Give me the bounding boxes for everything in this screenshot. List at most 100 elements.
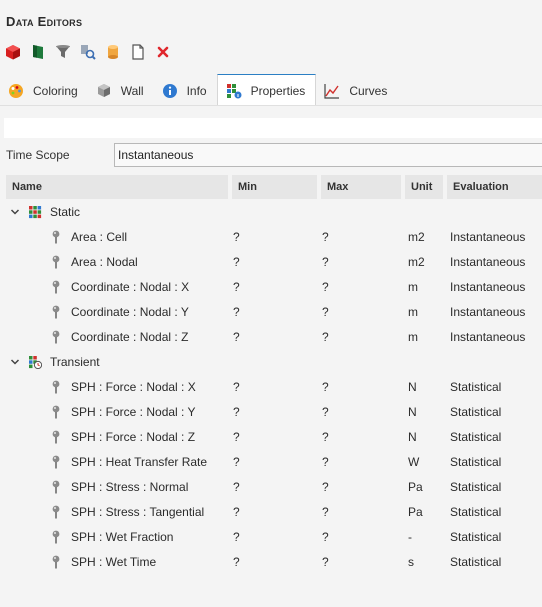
chevron-down-icon[interactable] <box>8 355 22 369</box>
tab-wall[interactable]: Wall <box>88 74 154 106</box>
name-cell: SPH : Wet Time <box>6 555 232 569</box>
property-name: SPH : Force : Nodal : Z <box>71 429 196 444</box>
min-cell: ? <box>233 304 240 319</box>
property-name: SPH : Wet Fraction <box>71 529 174 544</box>
table-row[interactable]: SPH : Stress : Normal?? Pa Statistical <box>6 474 542 499</box>
tab-properties[interactable]: Properties <box>216 74 317 106</box>
table-row[interactable]: SPH : Force : Nodal : X?? N Statistical <box>6 374 542 399</box>
grid-header: Name Min Max Unit Evaluation <box>6 175 542 199</box>
unit-cell: Pa <box>408 504 423 519</box>
table-row[interactable]: Area : Nodal?? m2 Instantaneous <box>6 249 542 274</box>
min-cell: ? <box>233 229 240 244</box>
min-cell: ? <box>233 554 240 569</box>
table-row[interactable]: SPH : Wet Fraction?? - Statistical <box>6 524 542 549</box>
unit-cell: m2 <box>408 254 425 269</box>
min-cell: ? <box>233 454 240 469</box>
evaluation-cell: Statistical <box>450 429 502 444</box>
unit-cell: m <box>408 304 418 319</box>
time-scope-field[interactable] <box>114 143 542 167</box>
unit-cell: N <box>408 404 417 419</box>
tab-info[interactable]: Info <box>154 74 217 106</box>
property-name: Coordinate : Nodal : X <box>71 279 190 294</box>
filter-icon[interactable] <box>54 43 72 61</box>
tab-coloring[interactable]: Coloring <box>0 74 88 106</box>
tab-curves[interactable]: Curves <box>316 74 397 106</box>
name-cell: SPH : Force : Nodal : Z <box>6 430 232 444</box>
tab-label: Properties <box>250 83 306 98</box>
property-name: SPH : Force : Nodal : Y <box>71 404 196 419</box>
find-icon[interactable] <box>79 43 97 61</box>
column-header-name[interactable]: Name <box>6 175 228 199</box>
delete-icon[interactable] <box>154 43 172 61</box>
chevron-down-icon[interactable] <box>8 205 22 219</box>
unit-cell: m <box>408 329 418 344</box>
property-name: Coordinate : Nodal : Y <box>71 304 189 319</box>
max-cell: ? <box>322 279 329 294</box>
evaluation-cell: Statistical <box>450 379 502 394</box>
property-name: SPH : Stress : Normal <box>71 479 189 494</box>
min-cell: ? <box>233 279 240 294</box>
evaluation-cell: Statistical <box>450 504 502 519</box>
tab-label: Wall <box>120 83 144 98</box>
max-cell: ? <box>322 329 329 344</box>
cylinder-icon[interactable] <box>104 43 122 61</box>
min-cell: ? <box>233 329 240 344</box>
table-row[interactable]: Coordinate : Nodal : X?? m Instantaneous <box>6 274 542 299</box>
max-cell: ? <box>322 254 329 269</box>
group-row-transient[interactable]: Transient <box>6 349 542 374</box>
max-cell: ? <box>322 429 329 444</box>
tab-divider <box>0 105 542 106</box>
name-cell: SPH : Stress : Normal <box>6 480 232 494</box>
column-header-unit[interactable]: Unit <box>405 175 443 199</box>
evaluation-cell: Instantaneous <box>450 304 526 319</box>
window-title: Data Editors <box>6 14 83 29</box>
pin-icon <box>50 505 62 519</box>
group-label: Static <box>50 204 81 219</box>
table-row[interactable]: SPH : Heat Transfer Rate?? W Statistical <box>6 449 542 474</box>
evaluation-cell: Statistical <box>450 554 502 569</box>
min-cell: ? <box>233 429 240 444</box>
properties-grid: Name Min Max Unit Evaluation Static Area … <box>6 175 542 574</box>
name-cell: SPH : Stress : Tangential <box>6 505 232 519</box>
cube-red-icon[interactable] <box>4 43 22 61</box>
table-row[interactable]: Area : Cell?? m2 Instantaneous <box>6 224 542 249</box>
min-cell: ? <box>233 254 240 269</box>
grid-body: Static Area : Cell?? m2 Instantaneous Area :… <box>6 199 542 574</box>
pin-icon <box>50 305 62 319</box>
max-cell: ? <box>322 454 329 469</box>
table-row[interactable]: SPH : Wet Time?? s Statistical <box>6 549 542 574</box>
name-cell: SPH : Heat Transfer Rate <box>6 455 232 469</box>
name-cell: Coordinate : Nodal : Y <box>6 305 232 319</box>
pin-icon <box>50 430 62 444</box>
group-cell: Static <box>6 205 232 219</box>
table-row[interactable]: Coordinate : Nodal : Z?? m Instantaneous <box>6 324 542 349</box>
group-cell: Transient <box>6 355 232 369</box>
table-row[interactable]: SPH : Force : Nodal : Z?? N Statistical <box>6 424 542 449</box>
property-name: Coordinate : Nodal : Z <box>71 329 189 344</box>
evaluation-cell: Statistical <box>450 529 502 544</box>
group-row-static[interactable]: Static <box>6 199 542 224</box>
copy-icon[interactable] <box>129 43 147 61</box>
evaluation-cell: Instantaneous <box>450 229 526 244</box>
column-header-min[interactable]: Min <box>232 175 317 199</box>
evaluation-cell: Instantaneous <box>450 279 526 294</box>
property-name: Area : Cell <box>71 229 128 244</box>
table-row[interactable]: SPH : Force : Nodal : Y?? N Statistical <box>6 399 542 424</box>
flag-green-icon[interactable] <box>29 43 47 61</box>
max-cell: ? <box>322 529 329 544</box>
tab-bar: Coloring Wall Info Properties Curves <box>0 74 542 106</box>
properties-icon <box>226 83 242 99</box>
unit-cell: m <box>408 279 418 294</box>
pin-icon <box>50 255 62 269</box>
name-cell: Area : Nodal <box>6 255 232 269</box>
evaluation-cell: Statistical <box>450 479 502 494</box>
property-name: SPH : Force : Nodal : X <box>71 379 196 394</box>
time-scope-label: Time Scope <box>6 148 70 162</box>
unit-cell: N <box>408 429 417 444</box>
column-header-max[interactable]: Max <box>321 175 401 199</box>
min-cell: ? <box>233 479 240 494</box>
table-row[interactable]: Coordinate : Nodal : Y?? m Instantaneous <box>6 299 542 324</box>
unit-cell: - <box>408 529 412 544</box>
table-row[interactable]: SPH : Stress : Tangential?? Pa Statistical <box>6 499 542 524</box>
column-header-evaluation[interactable]: Evaluation <box>447 175 542 199</box>
